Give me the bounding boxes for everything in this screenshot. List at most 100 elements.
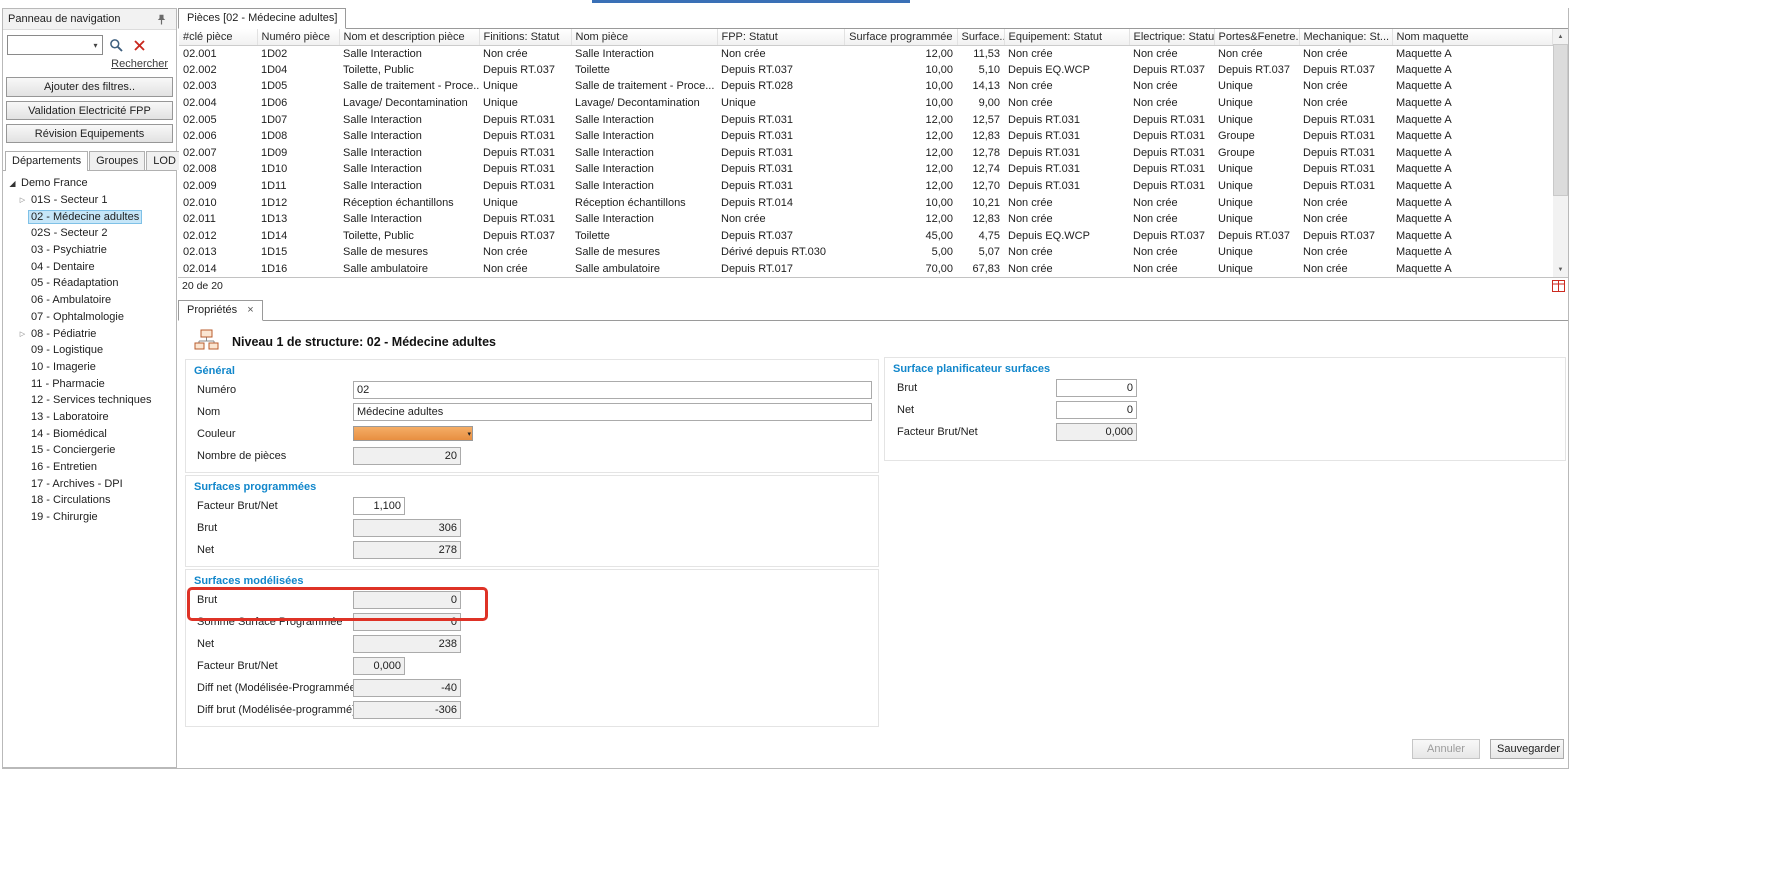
plan-facteur-input[interactable] xyxy=(1056,423,1137,441)
column-header[interactable]: Equipement: Statut xyxy=(1004,29,1129,45)
sm-brut-label: Brut xyxy=(197,594,217,606)
tree-item[interactable]: 06 - Ambulatoire xyxy=(3,292,176,309)
tree-item[interactable]: ▷08 - Pédiatrie xyxy=(3,325,176,342)
plan-brut-input[interactable] xyxy=(1056,379,1137,397)
tree-item[interactable]: 18 - Circulations xyxy=(3,492,176,509)
tree-item[interactable]: 17 - Archives - DPI xyxy=(3,475,176,492)
tab-departements[interactable]: Départements xyxy=(5,151,88,171)
table-row[interactable]: 02.0121D14Toilette, PublicDepuis RT.037T… xyxy=(179,228,1552,245)
numero-input[interactable] xyxy=(353,381,872,399)
tab-pieces[interactable]: Pièces [02 - Médecine adultes] xyxy=(178,8,346,29)
tree-item[interactable]: 07 - Ophtalmologie xyxy=(3,309,176,326)
table-cell: Lavage/ Decontamination xyxy=(339,95,479,112)
sm-diff-net-input[interactable] xyxy=(353,679,461,697)
sm-brut-input[interactable] xyxy=(353,591,461,609)
tree-item[interactable]: 19 - Chirurgie xyxy=(3,509,176,526)
column-header[interactable]: Portes&Fenetre... xyxy=(1214,29,1299,45)
scrollbar-thumb[interactable] xyxy=(1553,44,1568,196)
sp-facteur-input[interactable] xyxy=(353,497,405,515)
collapse-icon[interactable]: ◢ xyxy=(7,179,18,188)
navigation-panel-titlebar: Panneau de navigation xyxy=(3,9,176,30)
tree-item[interactable]: 02 - Médecine adultes xyxy=(3,208,176,225)
table-row[interactable]: 02.0101D12Réception échantillonsUniqueRé… xyxy=(179,194,1552,211)
validation-electricite-button[interactable]: Validation Electricité FPP xyxy=(6,101,173,120)
table-row[interactable]: 02.0111D13Salle InteractionDepuis RT.031… xyxy=(179,211,1552,228)
combo-dropdown-icon[interactable]: ▾ xyxy=(89,41,102,50)
table-cell: Groupe xyxy=(1214,145,1299,162)
tree-item[interactable]: 13 - Laboratoire xyxy=(3,409,176,426)
sp-net-input[interactable] xyxy=(353,541,461,559)
column-header[interactable]: Nom pièce xyxy=(571,29,717,45)
search-input[interactable] xyxy=(8,37,89,53)
table-row[interactable]: 02.0011D02Salle InteractionNon créeSalle… xyxy=(179,45,1552,62)
revision-equipements-button[interactable]: Révision Equipements xyxy=(6,124,173,143)
search-icon[interactable] xyxy=(106,35,126,55)
tree-item[interactable]: 09 - Logistique xyxy=(3,342,176,359)
scroll-up-icon[interactable]: ▲ xyxy=(1553,29,1568,44)
sp-brut-input[interactable] xyxy=(353,519,461,537)
rechercher-link[interactable]: Rechercher xyxy=(3,58,168,70)
sm-net-input[interactable] xyxy=(353,635,461,653)
table-row[interactable]: 02.0091D11Salle InteractionDepuis RT.031… xyxy=(179,178,1552,195)
couleur-swatch[interactable]: ▾ xyxy=(353,426,473,441)
table-cell: Maquette A xyxy=(1392,78,1552,95)
table-cell: Unique xyxy=(717,95,844,112)
pin-icon[interactable] xyxy=(151,9,171,29)
tab-groupes[interactable]: Groupes xyxy=(89,151,145,170)
column-header[interactable]: Electrique: Statut xyxy=(1129,29,1214,45)
scroll-down-icon[interactable]: ▼ xyxy=(1553,262,1568,277)
table-vertical-scrollbar[interactable]: ▲ ▼ xyxy=(1553,29,1568,277)
column-header[interactable]: Surface... xyxy=(957,29,1004,45)
table-cell: Salle Interaction xyxy=(339,145,479,162)
tree-item[interactable]: ▷01S - Secteur 1 xyxy=(3,192,176,209)
table-row[interactable]: 02.0041D06Lavage/ DecontaminationUniqueL… xyxy=(179,95,1552,112)
sm-somme-input[interactable] xyxy=(353,613,461,631)
plan-facteur-label: Facteur Brut/Net xyxy=(897,426,978,438)
tree-item[interactable]: 04 - Dentaire xyxy=(3,258,176,275)
tab-lod[interactable]: LOD xyxy=(146,151,183,170)
tree-item[interactable]: 05 - Réadaptation xyxy=(3,275,176,292)
column-header[interactable]: Numéro pièce xyxy=(257,29,339,45)
tree-item[interactable]: 10 - Imagerie xyxy=(3,359,176,376)
tree-item[interactable]: 14 - Biomédical xyxy=(3,425,176,442)
tree-item[interactable]: 02S - Secteur 2 xyxy=(3,225,176,242)
table-row[interactable]: 02.0081D10Salle InteractionDepuis RT.031… xyxy=(179,161,1552,178)
table-row[interactable]: 02.0141D16Salle ambulatoireNon créeSalle… xyxy=(179,261,1552,278)
add-filters-button[interactable]: Ajouter des filtres.. xyxy=(6,77,173,97)
table-row[interactable]: 02.0071D09Salle InteractionDepuis RT.031… xyxy=(179,145,1552,162)
tree-item[interactable]: 16 - Entretien xyxy=(3,459,176,476)
nombre-pieces-input[interactable] xyxy=(353,447,461,465)
sm-diff-brut-input[interactable] xyxy=(353,701,461,719)
tab-proprietes[interactable]: Propriétés × xyxy=(178,300,263,321)
tree-item[interactable]: ◢Demo France xyxy=(3,175,176,192)
table-row[interactable]: 02.0061D08Salle InteractionDepuis RT.031… xyxy=(179,128,1552,145)
column-header[interactable]: #clé pièce xyxy=(179,29,257,45)
tree-item[interactable]: 12 - Services techniques xyxy=(3,392,176,409)
clear-search-icon[interactable] xyxy=(129,35,149,55)
tree-item[interactable]: 11 - Pharmacie xyxy=(3,375,176,392)
table-cell: Maquette A xyxy=(1392,111,1552,128)
close-icon[interactable]: × xyxy=(247,304,253,316)
table-row[interactable]: 02.0031D05Salle de traitement - Proce...… xyxy=(179,78,1552,95)
table-row[interactable]: 02.0131D15Salle de mesuresNon créeSalle … xyxy=(179,244,1552,261)
plan-net-input[interactable] xyxy=(1056,401,1137,419)
column-header[interactable]: Finitions: Statut xyxy=(479,29,571,45)
tree-item[interactable]: 15 - Conciergerie xyxy=(3,442,176,459)
column-header[interactable]: Surface programmée xyxy=(844,29,957,45)
sp-facteur-label: Facteur Brut/Net xyxy=(197,500,278,512)
table-layout-icon[interactable] xyxy=(1552,280,1565,297)
column-header[interactable]: Nom et description pièce xyxy=(339,29,479,45)
expand-icon[interactable]: ▷ xyxy=(17,330,28,338)
nom-input[interactable] xyxy=(353,403,872,421)
table-row[interactable]: 02.0051D07Salle InteractionDepuis RT.031… xyxy=(179,111,1552,128)
column-header[interactable]: Mechanique: St... xyxy=(1299,29,1392,45)
sm-facteur-input[interactable] xyxy=(353,657,405,675)
column-header[interactable]: FPP: Statut xyxy=(717,29,844,45)
table-row[interactable]: 02.0021D04Toilette, PublicDepuis RT.037T… xyxy=(179,62,1552,79)
annuler-button[interactable]: Annuler xyxy=(1412,739,1480,759)
expand-icon[interactable]: ▷ xyxy=(17,196,28,204)
sauvegarder-button[interactable]: Sauvegarder xyxy=(1490,739,1564,759)
tree-item[interactable]: 03 - Psychiatrie xyxy=(3,242,176,259)
column-header[interactable]: Nom maquette xyxy=(1392,29,1552,45)
numero-label: Numéro xyxy=(197,384,236,396)
